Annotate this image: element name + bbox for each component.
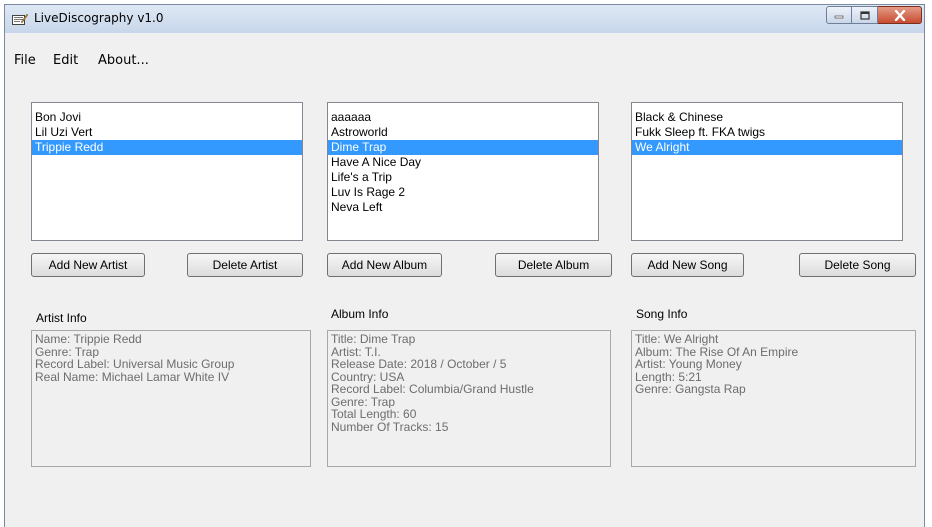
window-controls [826,6,922,24]
maximize-button[interactable] [852,6,878,24]
song-list[interactable]: Black & Chinese Fukk Sleep ft. FKA twigs W… [631,102,903,241]
list-item[interactable]: Neva Left [328,200,598,215]
app-icon [12,13,28,25]
info-line: Genre: Trap [35,345,100,358]
artist-list[interactable]: Bon Jovi Lil Uzi Vert Trippie Redd [31,102,303,241]
menu-about[interactable]: About... [98,53,149,68]
info-line: Genre: Gangsta Rap [635,383,746,396]
window-title: LiveDiscography v1.0 [34,11,164,25]
song-info-label: Song Info [636,307,688,321]
artist-info-label: Artist Info [36,311,87,325]
info-line: Country: USA [331,370,405,383]
delete-song-button[interactable]: Delete Song [799,253,916,277]
list-item[interactable]: Life's a Trip [328,170,598,185]
list-item[interactable]: We Alright [632,140,902,155]
list-item[interactable]: aaaaaa [328,110,598,125]
menu-bar: File Edit About... [5,33,924,68]
song-info-box: Title: We Alright Album: The Rise Of An E… [631,330,916,467]
info-line: Artist: T.I. [331,345,381,358]
add-album-button[interactable]: Add New Album [327,253,442,277]
info-line: Length: 5:21 [635,370,702,383]
list-item[interactable]: Trippie Redd [32,140,302,155]
list-item[interactable]: Astroworld [328,125,598,140]
info-line: Title: We Alright [635,333,719,346]
minimize-button[interactable] [826,6,852,24]
info-line: Name: Trippie Redd [35,333,142,346]
close-button[interactable] [878,6,922,24]
info-line: Number Of Tracks: 15 [331,420,449,433]
album-info-label: Album Info [331,307,389,321]
app-window: LiveDiscography v1.0 File Edit About... … [4,4,925,527]
info-line: Album: The Rise Of An Empire [635,345,799,358]
title-bar[interactable]: LiveDiscography v1.0 [5,5,924,34]
menu-file[interactable]: File [14,53,36,68]
info-line: Record Label: Columbia/Grand Hustle [331,383,534,396]
info-line: Title: Dime Trap [331,333,416,346]
list-item[interactable]: Have A Nice Day [328,155,598,170]
delete-album-button[interactable]: Delete Album [495,253,612,277]
info-line: Record Label: Universal Music Group [35,358,235,371]
info-line: Real Name: Michael Lamar White IV [35,370,230,383]
info-line: Artist: Young Money [635,358,742,371]
list-item[interactable]: Luv Is Rage 2 [328,185,598,200]
info-line: Total Length: 60 [331,408,417,421]
menu-edit[interactable]: Edit [53,53,78,68]
list-item[interactable]: Lil Uzi Vert [32,125,302,140]
add-song-button[interactable]: Add New Song [631,253,744,277]
minimize-icon [834,15,844,19]
list-item[interactable]: Fukk Sleep ft. FKA twigs [632,125,902,140]
list-item[interactable]: Dime Trap [328,140,598,155]
maximize-icon [859,10,870,20]
list-item[interactable]: Bon Jovi [32,110,302,125]
add-artist-button[interactable]: Add New Artist [31,253,145,277]
artist-info-box: Name: Trippie Redd Genre: Trap Record Labe… [31,330,311,467]
info-line: Genre: Trap [331,395,396,408]
list-item[interactable]: Black & Chinese [632,110,902,125]
close-icon [894,9,905,21]
info-line: Release Date: 2018 / October / 5 [331,358,507,371]
album-list[interactable]: aaaaaa Astroworld Dime Trap Have A Nice Day… [327,102,599,241]
album-info-box: Title: Dime Trap Artist: T.I. Release Date… [327,330,611,467]
delete-artist-button[interactable]: Delete Artist [187,253,303,277]
